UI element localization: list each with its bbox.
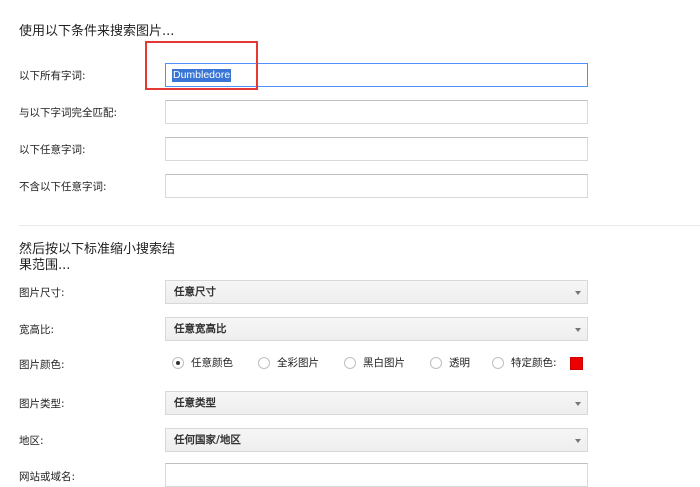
radio-any-color-label: 任意颜色 xyxy=(191,357,233,369)
image-type-select[interactable]: 任意类型 xyxy=(165,391,588,415)
image-color-label: 图片颜色: xyxy=(19,359,65,371)
search-conditions-title: 使用以下条件来搜索图片... xyxy=(19,24,175,39)
image-size-label: 图片尺寸: xyxy=(19,287,65,299)
image-size-select[interactable]: 任意尺寸 xyxy=(165,280,588,304)
site-domain-label: 网站或域名: xyxy=(19,471,76,483)
radio-black-white-label: 黑白图片 xyxy=(363,357,405,369)
region-select[interactable]: 任何国家/地区 xyxy=(165,428,588,452)
none-words-input[interactable] xyxy=(165,174,588,198)
radio-button[interactable] xyxy=(258,357,270,369)
radio-specific-color-label: 特定颜色: xyxy=(511,357,557,369)
section-divider xyxy=(19,225,700,226)
exact-phrase-label: 与以下字词完全匹配: xyxy=(19,107,118,119)
chevron-down-icon xyxy=(575,328,581,332)
radio-transparent-label: 透明 xyxy=(449,357,470,369)
region-label: 地区: xyxy=(19,435,44,447)
chevron-down-icon xyxy=(575,402,581,406)
any-words-input[interactable] xyxy=(165,137,588,161)
radio-button[interactable] xyxy=(430,357,442,369)
aspect-ratio-label: 宽高比: xyxy=(19,324,55,336)
radio-button[interactable] xyxy=(492,357,504,369)
chevron-down-icon xyxy=(575,439,581,443)
all-words-label: 以下所有字词: xyxy=(19,70,86,82)
radio-button-checked[interactable] xyxy=(172,357,184,369)
image-type-value: 任意类型 xyxy=(174,397,216,409)
image-size-value: 任意尺寸 xyxy=(174,286,216,298)
chevron-down-icon xyxy=(575,291,581,295)
specific-color-swatch[interactable] xyxy=(570,357,583,370)
aspect-ratio-value: 任意宽高比 xyxy=(174,323,227,335)
aspect-ratio-select[interactable]: 任意宽高比 xyxy=(165,317,588,341)
exact-phrase-input[interactable] xyxy=(165,100,588,124)
none-words-label: 不含以下任意字词: xyxy=(19,181,107,193)
highlight-annotation-box xyxy=(145,41,258,90)
image-type-label: 图片类型: xyxy=(19,398,65,410)
narrow-results-title: 然后按以下标准缩小搜索结果范围... xyxy=(19,242,176,273)
site-domain-input[interactable] xyxy=(165,463,588,487)
any-words-label: 以下任意字词: xyxy=(19,144,86,156)
radio-button[interactable] xyxy=(344,357,356,369)
radio-full-color-label: 全彩图片 xyxy=(277,357,319,369)
region-value: 任何国家/地区 xyxy=(174,434,241,446)
